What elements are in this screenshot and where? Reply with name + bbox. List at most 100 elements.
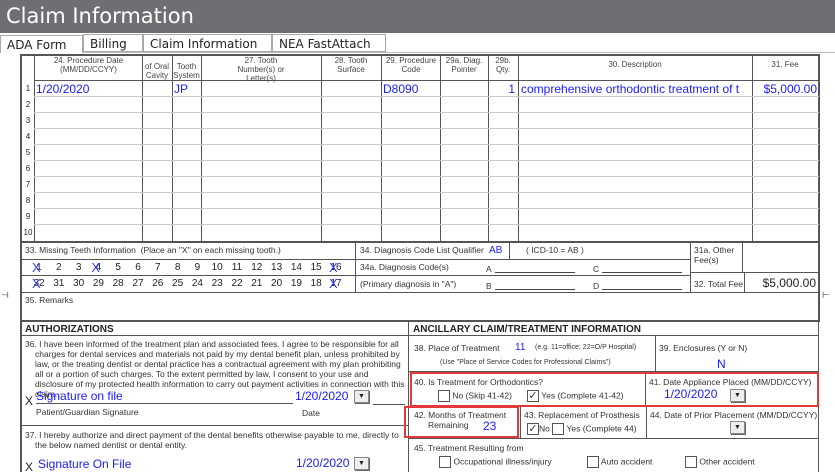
diag-b-label: B — [486, 281, 492, 291]
tooth-18[interactable]: 18 — [307, 278, 325, 289]
tooth-28[interactable]: 28 — [109, 278, 127, 289]
grid-line — [21, 320, 819, 322]
procedure-date[interactable]: 1/20/2020 — [36, 82, 141, 96]
tooth-9[interactable]: 9 — [188, 262, 206, 273]
patient-signature[interactable]: Signature on file — [36, 389, 293, 404]
date-label: Date — [302, 408, 320, 418]
row-number: 6 — [25, 164, 31, 173]
header-tooth: 27. Tooth Number(s) or Letter(s) — [237, 56, 285, 83]
tooth-27[interactable]: 27 — [129, 278, 147, 289]
grid-line — [520, 406, 521, 438]
tooth-29[interactable]: 29 — [89, 278, 107, 289]
missing-teeth-title: 33. Missing Teeth Information — [25, 245, 136, 255]
quantity[interactable]: 1 — [489, 82, 515, 96]
grid-line — [690, 272, 818, 273]
auto-checkbox[interactable] — [587, 456, 599, 468]
enclosures-label: 39. Enclosures (Y or N) — [659, 343, 748, 353]
tooth-17[interactable]: 17 — [327, 276, 345, 291]
signature-date-1[interactable]: 1/20/2020 — [295, 389, 348, 403]
prior-date-dropdown[interactable]: ▼ — [730, 421, 745, 434]
other-accident-checkbox[interactable] — [685, 456, 697, 468]
table-row[interactable]: 3 — [22, 113, 818, 129]
tooth-4[interactable]: 4 — [89, 260, 107, 275]
table-row[interactable]: 1 1/20/2020 JP D8090 1 comprehensive orthodon… — [22, 81, 818, 97]
enclosures-value[interactable]: N — [717, 357, 726, 371]
auto-option[interactable]: Auto accident — [587, 456, 652, 468]
tooth-2[interactable]: 2 — [50, 262, 68, 273]
tooth-32[interactable]: 32 — [30, 276, 48, 291]
header-pointer: 29a. Diag. Pointer — [445, 56, 483, 74]
procedure-code[interactable]: D8090 — [383, 82, 441, 96]
tooth-14[interactable]: 14 — [287, 262, 305, 273]
authorization-37-text: 37. I hereby authorize and direct paymen… — [25, 430, 399, 450]
tooth-3[interactable]: 3 — [70, 262, 88, 273]
tooth-26[interactable]: 26 — [149, 278, 167, 289]
tooth-system[interactable]: JP — [174, 82, 202, 96]
other-fee-label: 31a. Other Fee(s) — [694, 245, 735, 265]
description[interactable]: comprehensive orthodontic treatment of t — [521, 82, 753, 96]
tooth-7[interactable]: 7 — [149, 262, 167, 273]
table-row[interactable]: 4 — [22, 129, 818, 145]
place-value[interactable]: 11 — [515, 342, 525, 353]
date-dropdown-1[interactable]: ▼ — [354, 390, 369, 403]
row-number: 4 — [25, 132, 31, 141]
grid-line — [21, 335, 819, 336]
total-fee-label: 32. Total Fee — [694, 279, 743, 289]
table-row[interactable]: 10 — [22, 225, 818, 241]
tooth-11[interactable]: 11 — [228, 262, 246, 273]
table-row[interactable]: 5 — [22, 145, 818, 161]
signature-date-2[interactable]: 1/20/2020 — [296, 456, 349, 470]
table-row[interactable]: 6 — [22, 161, 818, 177]
prosthesis-yes-checkbox[interactable] — [552, 423, 565, 435]
diag-b-field[interactable] — [495, 289, 575, 290]
tooth-24[interactable]: 24 — [188, 278, 206, 289]
prosthesis-no-option[interactable]: ✓No Yes (Complete 44) — [527, 423, 637, 435]
diag-c-field[interactable] — [602, 272, 682, 273]
fee[interactable]: $5,000.00 — [753, 82, 817, 96]
occupational-option[interactable]: Occupational illness/injury — [439, 456, 552, 468]
occupational-checkbox[interactable] — [439, 456, 451, 468]
grid-line — [408, 320, 409, 472]
tooth-5[interactable]: 5 — [109, 262, 127, 273]
tooth-20[interactable]: 20 — [268, 278, 286, 289]
other-accident-option[interactable]: Other accident — [685, 456, 755, 468]
diag-a-field[interactable] — [495, 272, 575, 273]
row-number: 2 — [25, 100, 31, 109]
row-number: 9 — [25, 212, 31, 221]
grid-line — [21, 292, 819, 293]
diag-d-field[interactable] — [602, 289, 682, 290]
tooth-31[interactable]: 31 — [50, 278, 68, 289]
tooth-21[interactable]: 21 — [248, 278, 266, 289]
tooth-19[interactable]: 19 — [287, 278, 305, 289]
signature-x-1: X — [25, 394, 34, 408]
tooth-6[interactable]: 6 — [129, 262, 147, 273]
tooth-25[interactable]: 25 — [169, 278, 187, 289]
table-row[interactable]: 7 — [22, 177, 818, 193]
place-note: (Use "Place of Service Codes for Profess… — [440, 359, 611, 366]
authorizations-title: AUTHORIZATIONS — [25, 324, 114, 335]
row-number: 7 — [25, 180, 31, 189]
auto-label: Auto accident — [600, 456, 653, 467]
tooth-30[interactable]: 30 — [70, 278, 88, 289]
prosthesis-no-checkbox[interactable]: ✓ — [527, 423, 539, 435]
table-row[interactable]: 8 — [22, 193, 818, 209]
date-dropdown-2[interactable]: ▼ — [354, 457, 369, 470]
table-row[interactable]: 2 — [22, 97, 818, 113]
tooth-16[interactable]: 16 — [327, 260, 345, 275]
tooth-23[interactable]: 23 — [208, 278, 226, 289]
tooth-13[interactable]: 13 — [268, 262, 286, 273]
tooth-8[interactable]: 8 — [169, 262, 187, 273]
tooth-12[interactable]: 12 — [248, 262, 266, 273]
grid-line — [21, 275, 691, 276]
tooth-1[interactable]: 1 — [30, 260, 48, 275]
tooth-10[interactable]: 10 — [208, 262, 226, 273]
qualifier-value[interactable]: AB — [489, 245, 502, 256]
highlight-orthodontics — [410, 372, 819, 407]
tooth-22[interactable]: 22 — [228, 278, 246, 289]
subscriber-signature[interactable]: Signature On File — [38, 457, 131, 471]
grid-line — [509, 242, 510, 259]
header-oral: of Oral Cavity — [144, 62, 169, 80]
header-description: 30. Description — [608, 60, 662, 69]
tooth-15[interactable]: 15 — [307, 262, 325, 273]
table-row[interactable]: 9 — [22, 209, 818, 225]
